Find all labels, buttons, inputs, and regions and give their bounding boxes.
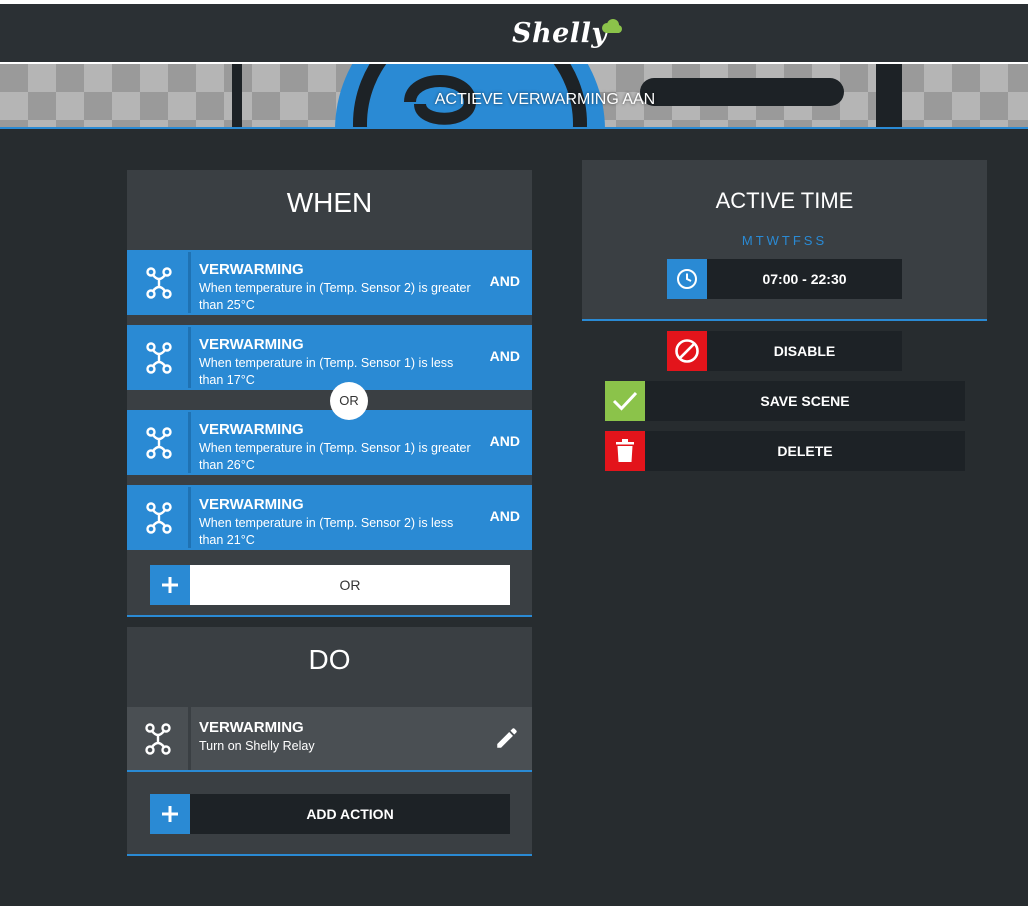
time-range-button[interactable]: 07:00 - 22:30 [667,259,902,299]
automation-icon [129,252,191,313]
checkmark-icon [605,381,645,421]
condition-description: When temperature in (Temp. Sensor 2) is … [199,516,454,547]
block-icon [667,331,707,371]
condition-title: VERWARMING [199,421,304,438]
plus-icon [150,794,190,834]
banner-underline [0,127,1028,129]
disable-button[interactable]: DISABLE [667,331,902,371]
condition-item[interactable]: VERWARMING When temperature in (Temp. Se… [127,410,532,475]
condition-title: VERWARMING [199,261,304,278]
pencil-icon[interactable] [494,725,520,751]
condition-item[interactable]: VERWARMING When temperature in (Temp. Se… [127,485,532,550]
condition-item[interactable]: VERWARMING When temperature in (Temp. Se… [127,250,532,315]
condition-description: When temperature in (Temp. Sensor 1) is … [199,441,471,472]
disable-label: DISABLE [707,331,902,371]
automation-icon [129,487,191,548]
clock-icon [667,259,707,299]
save-scene-button[interactable]: SAVE SCENE [605,381,965,421]
scene-banner: ACTIEVE VERWARMING AAN [0,62,1028,128]
condition-and-label[interactable]: AND [490,433,520,449]
condition-and-label[interactable]: AND [490,348,520,364]
scene-title: ACTIEVE VERWARMING AAN [434,91,656,108]
save-scene-label: SAVE SCENE [645,381,965,421]
add-action-button[interactable]: ADD ACTION [150,794,510,834]
trash-icon [605,431,645,471]
delete-label: DELETE [645,431,965,471]
automation-icon [129,327,191,388]
when-heading: WHEN [286,187,373,218]
or-separator-badge: OR [330,382,368,420]
action-item[interactable]: VERWARMING Turn on Shelly Relay [127,707,532,772]
condition-item[interactable]: VERWARMING When temperature in (Temp. Se… [127,325,532,390]
active-time-heading: ACTIVE TIME [715,188,854,213]
app-header: Shelly [0,4,1028,62]
condition-title: VERWARMING [199,496,304,513]
delete-button[interactable]: DELETE [605,431,965,471]
add-action-label: ADD ACTION [190,794,510,834]
condition-and-label[interactable]: AND [490,508,520,524]
automation-icon [129,412,191,473]
active-days[interactable]: MTWTFSS [582,233,987,248]
time-range-label: 07:00 - 22:30 [707,259,902,299]
condition-description: When temperature in (Temp. Sensor 2) is … [199,281,471,312]
add-or-button[interactable]: OR [150,565,510,605]
shelly-logo[interactable]: Shelly [512,18,622,58]
add-or-label: OR [190,565,510,605]
cloud-icon [602,19,622,33]
plus-icon [150,565,190,605]
condition-title: VERWARMING [199,336,304,353]
condition-and-label[interactable]: AND [490,273,520,289]
action-description: Turn on Shelly Relay [199,739,315,753]
action-title: VERWARMING [199,719,304,736]
brand-name: Shelly [512,18,608,49]
automation-icon [127,707,191,770]
do-heading: DO [308,644,351,675]
